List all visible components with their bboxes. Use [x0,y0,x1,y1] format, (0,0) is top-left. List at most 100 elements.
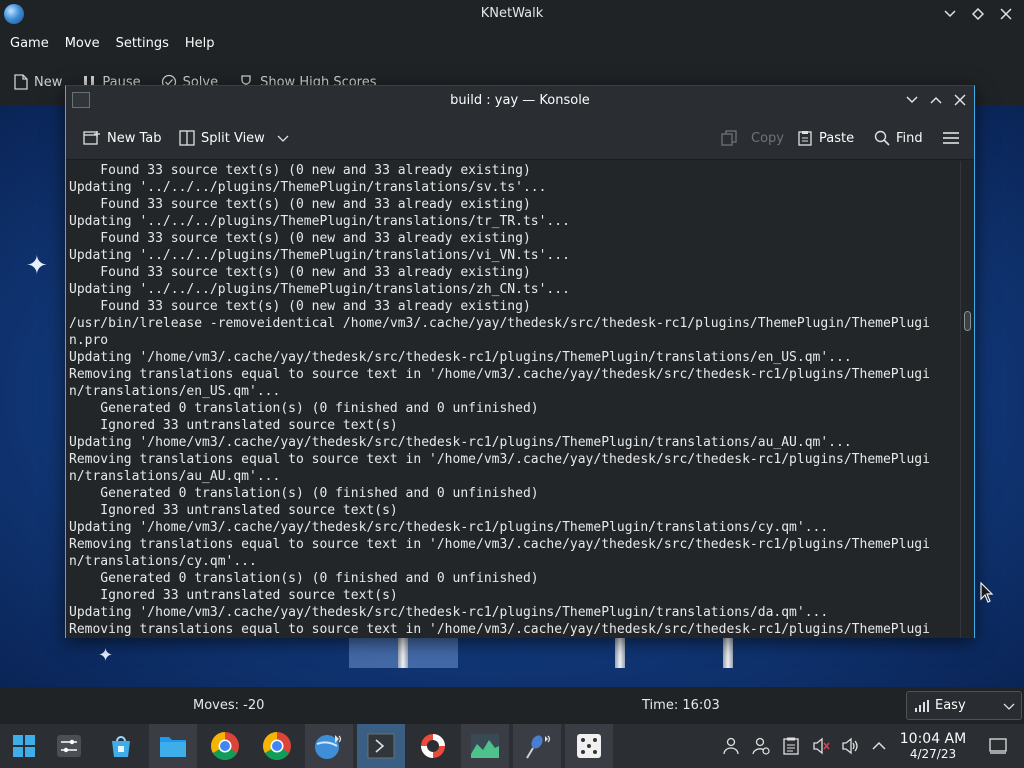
terminal-line: Updating '../../../plugins/ThemePlugin/t… [69,282,570,297]
menu-settings[interactable]: Settings [108,29,177,59]
mouse-cursor-icon [980,582,994,603]
ksnip-task[interactable] [513,724,561,768]
digital-clock[interactable]: 10:04 AM 4/27/23 [896,731,970,762]
chrome-icon [211,732,239,760]
help-center-launcher[interactable] [409,724,457,768]
konsole-toolbar: New Tab Split View Copy Paste Find [66,116,974,160]
moves-counter: Moves: -20 [193,698,265,713]
chrome-profile-launcher[interactable] [253,724,301,768]
chevron-down-icon [277,135,289,142]
sliders-icon [57,735,81,757]
folder-icon [160,737,186,757]
copy-button[interactable]: Copy [721,116,784,160]
speaker-muted-icon [813,737,830,755]
microphone-muted-tray[interactable] [806,724,836,768]
terminal-line: Updating '/home/vm3/.cache/yay/thedesk/s… [69,435,852,450]
clipboard-tray[interactable] [776,724,806,768]
system-monitor-launcher[interactable] [461,724,509,768]
knetwalk-titlebar[interactable]: KNetWalk [0,0,1024,29]
chevron-down-icon [1003,703,1015,710]
microphone-pen-icon [526,735,551,759]
terminal-line: Ignored 33 untranslated source text(s) [69,418,398,433]
terminal-line: Ignored 33 untranslated source text(s) [69,588,398,603]
user-icon [723,737,739,755]
new-document-icon [14,74,28,90]
dice-game-task[interactable] [565,724,613,768]
chevron-up-icon [872,741,886,750]
terminal-line: Updating '../../../plugins/ThemePlugin/t… [69,248,570,263]
split-view-label: Split View [201,130,265,146]
terminal-line: Removing translations equal to source te… [69,537,930,552]
split-view-icon [179,130,195,146]
windows-grid-icon [13,735,35,757]
file-manager-launcher[interactable] [149,724,197,768]
knetwalk-statusbar: Moves: -20 Time: 16:03 Easy [0,687,1024,724]
close-icon[interactable] [996,4,1016,24]
new-tab-icon [83,131,100,145]
signal-bars-icon [915,699,929,712]
terminal-line: Found 33 source text(s) (0 new and 33 al… [69,163,531,178]
terminal-output[interactable]: Found 33 source text(s) (0 new and 33 al… [66,161,962,638]
close-icon[interactable] [950,90,970,110]
terminal-icon [367,733,395,759]
minimize-icon[interactable] [902,90,922,110]
chrome-launcher[interactable] [201,724,249,768]
knetwalk-globe-icon [315,735,342,759]
konsole-title: build : yay — Konsole [450,93,590,108]
find-button[interactable]: Find [874,116,923,160]
difficulty-select[interactable]: Easy [906,691,1022,720]
clock-date: 4/27/23 [909,747,957,761]
konsole-task[interactable] [357,724,405,768]
copy-icon [721,130,737,146]
terminal-line: n.pro [69,333,109,348]
konsole-titlebar[interactable]: build : yay — Konsole [66,86,974,116]
menu-help[interactable]: Help [177,29,223,59]
pipe-piece [398,638,408,668]
menu-move[interactable]: Move [57,29,108,59]
system-monitor-icon [471,734,499,758]
search-icon [874,130,890,146]
terminal-line: /usr/bin/lrelease -removeidentical /home… [69,316,930,331]
terminal-scrollbar[interactable] [960,161,974,638]
terminal-line: Found 33 source text(s) (0 new and 33 al… [69,299,531,314]
shopping-bag-icon [112,736,130,757]
menu-game[interactable]: Game [2,29,57,59]
new-game-label: New [34,74,63,90]
show-desktop-button[interactable] [983,724,1013,768]
discover-store-launcher[interactable] [97,724,145,768]
terminal-line: Generated 0 translation(s) (0 finished a… [69,401,539,416]
clock-time: 10:04 AM [899,731,967,747]
tray-expander[interactable] [864,724,894,768]
new-tab-button[interactable]: New Tab [83,116,162,160]
user-status-tray[interactable] [746,724,776,768]
terminal-line: Updating '../../../plugins/ThemePlugin/t… [69,180,547,195]
terminal-line: Updating '/home/vm3/.cache/yay/thedesk/s… [69,605,829,620]
minimize-icon[interactable] [940,4,960,24]
sparkle-icon: ✦ [26,251,48,281]
scrollbar-thumb[interactable] [964,311,971,331]
paste-button[interactable]: Paste [797,116,854,160]
terminal-line: n/translations/en_US.qm'... [69,384,281,399]
terminal-line: Generated 0 translation(s) (0 finished a… [69,486,539,501]
find-label: Find [896,130,923,146]
show-desktop-icon [989,738,1007,754]
terminal-line: Updating '/home/vm3/.cache/yay/thedesk/s… [69,350,852,365]
user-switcher-tray[interactable] [716,724,746,768]
knetwalk-task[interactable] [305,724,353,768]
new-game-button[interactable]: New [14,74,62,90]
clipboard-icon [783,737,799,755]
hamburger-menu-button[interactable] [943,116,959,160]
paste-label: Paste [819,130,855,146]
split-view-button[interactable]: Split View [179,116,289,160]
volume-tray[interactable] [836,724,866,768]
start-menu-button[interactable] [0,724,48,768]
user-busy-icon [752,737,770,755]
pipe-piece [615,638,625,668]
knetwalk-menubar: Game Move Settings Help [0,29,1024,59]
system-settings-launcher[interactable] [45,724,93,768]
maximize-icon[interactable] [926,90,946,110]
keep-above-icon[interactable] [968,4,988,24]
time-counter: Time: 16:03 [642,698,720,713]
dice-icon [577,734,601,758]
sparkle-icon: ✦ [98,645,114,666]
